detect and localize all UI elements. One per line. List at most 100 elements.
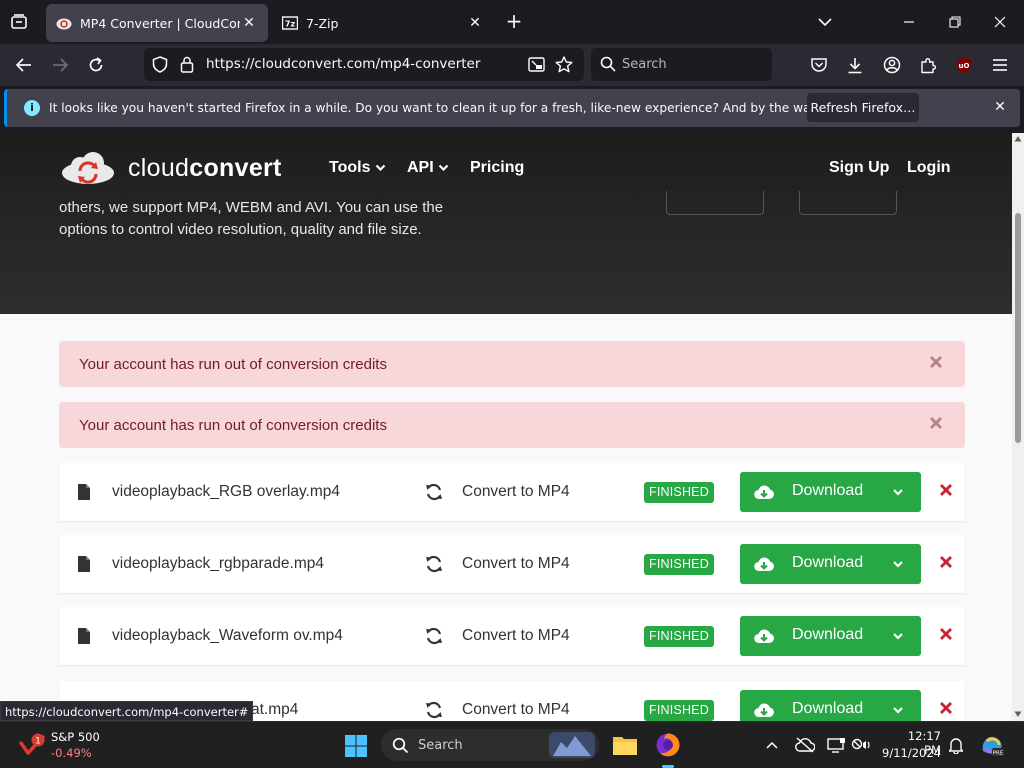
stock-widget-icon[interactable]: 1 — [18, 731, 46, 759]
ublock-origin-icon[interactable]: uO — [952, 53, 976, 77]
taskbar-search-input[interactable]: Search — [381, 729, 599, 761]
download-button[interactable]: Download — [740, 690, 921, 721]
credits-alert: Your account has run out of conversion c… — [59, 341, 965, 387]
hero-option-button[interactable] — [666, 191, 764, 215]
tab-mp4-converter[interactable]: MP4 Converter | CloudConvert ✕ — [46, 4, 268, 42]
file-name: videoplayback_Waveform ov.mp4 — [112, 627, 343, 644]
display-icon[interactable] — [826, 735, 846, 755]
nav-api[interactable]: API — [407, 159, 449, 177]
minimize-window-button[interactable] — [897, 10, 921, 34]
file-row: videoplayback_Waveform ov.mp4 Convert to… — [59, 607, 965, 665]
cloud-download-icon — [754, 703, 774, 718]
chevron-down-icon[interactable] — [892, 630, 904, 642]
chevron-down-icon[interactable] — [892, 486, 904, 498]
notification-bell-icon[interactable] — [946, 735, 966, 755]
download-button[interactable]: Download — [740, 544, 921, 584]
bookmark-star-icon[interactable] — [555, 56, 573, 73]
firefox-taskbar-icon[interactable] — [653, 730, 683, 760]
hero-option-button[interactable] — [799, 191, 897, 215]
logo-text: cloudconvert — [128, 154, 282, 183]
cloudconvert-favicon-icon — [56, 15, 72, 31]
restore-window-button[interactable] — [943, 10, 967, 34]
nav-sign-up[interactable]: Sign Up — [829, 159, 889, 177]
windows-start-icon[interactable] — [344, 734, 368, 758]
convert-target[interactable]: Convert to MP4 — [462, 555, 570, 573]
status-badge: FINISHED — [644, 700, 714, 721]
account-icon[interactable] — [880, 53, 904, 77]
chevron-down-icon[interactable] — [892, 558, 904, 570]
nav-pricing[interactable]: Pricing — [470, 159, 524, 177]
picture-in-picture-icon[interactable] — [528, 57, 545, 73]
lock-icon[interactable] — [180, 56, 194, 73]
chevron-down-icon[interactable] — [892, 704, 904, 716]
scroll-up-arrow-icon[interactable] — [1014, 135, 1022, 143]
tab-7-zip[interactable]: 7z 7-Zip ✕ — [272, 4, 494, 42]
close-alert-icon[interactable] — [927, 353, 945, 371]
forward-button[interactable] — [48, 53, 72, 77]
7zip-favicon-icon: 7z — [282, 15, 298, 31]
svg-text:PRE: PRE — [993, 751, 1004, 757]
back-button[interactable] — [12, 53, 36, 77]
cloud-download-icon — [754, 629, 774, 644]
page-header: cloudconvert Tools API Pricing Sign Up L… — [0, 133, 1012, 314]
remove-file-icon[interactable] — [939, 555, 953, 569]
tracking-shield-icon[interactable] — [152, 56, 168, 73]
url-text: https://cloudconvert.com/mp4-converter — [206, 56, 481, 72]
file-name: videoplayback_rgbparade.mp4 — [112, 555, 324, 572]
close-tab-icon[interactable]: ✕ — [240, 14, 258, 32]
list-all-tabs-button[interactable] — [8, 11, 30, 33]
search-input[interactable]: Search — [591, 48, 772, 81]
nav-tools[interactable]: Tools — [329, 159, 386, 177]
file-explorer-icon[interactable] — [610, 730, 640, 760]
close-alert-icon[interactable] — [927, 414, 945, 432]
page-scrollbar[interactable] — [1012, 133, 1024, 721]
remove-file-icon[interactable] — [939, 701, 953, 715]
scroll-down-arrow-icon[interactable] — [1014, 710, 1022, 718]
extensions-puzzle-icon[interactable] — [916, 53, 940, 77]
status-badge: FINISHED — [644, 482, 714, 503]
status-badge: FINISHED — [644, 626, 714, 647]
app-menu-hamburger-icon[interactable] — [988, 53, 1012, 77]
download-button[interactable]: Download — [740, 472, 921, 512]
close-notification-icon[interactable]: ✕ — [991, 99, 1009, 117]
file-icon — [78, 556, 90, 572]
clock-date[interactable]: 9/11/2024 — [880, 746, 941, 760]
pocket-icon[interactable] — [807, 53, 831, 77]
show-hidden-icons-chevron-icon[interactable] — [762, 735, 782, 755]
address-bar[interactable]: https://cloudconvert.com/mp4-converter — [144, 48, 584, 81]
logo-light-part: cloud — [128, 153, 190, 182]
network-volume-icon[interactable] — [851, 735, 871, 755]
sync-icon — [426, 627, 442, 645]
copilot-icon[interactable]: PRE — [979, 733, 1005, 757]
notification-message: It looks like you haven't started Firefo… — [49, 101, 918, 115]
remove-file-icon[interactable] — [939, 483, 953, 497]
remove-file-icon[interactable] — [939, 627, 953, 641]
reload-button[interactable] — [84, 53, 108, 77]
onedrive-offline-icon[interactable] — [795, 735, 815, 755]
convert-target[interactable]: Convert to MP4 — [462, 483, 570, 501]
new-tab-button[interactable]: + — [503, 11, 525, 33]
browser-navigation-bar: https://cloudconvert.com/mp4-converter S… — [0, 44, 1024, 86]
nav-login[interactable]: Login — [907, 159, 951, 177]
taskbar-search-placeholder: Search — [418, 738, 463, 753]
search-icon — [392, 737, 409, 754]
cloud-download-icon — [754, 485, 774, 500]
convert-target[interactable]: Convert to MP4 — [462, 701, 570, 719]
forward-arrow-icon — [53, 58, 69, 72]
file-icon — [78, 628, 90, 644]
close-tab-icon[interactable]: ✕ — [466, 14, 484, 32]
stock-name: S&P 500 — [51, 730, 100, 744]
refresh-firefox-button[interactable]: Refresh Firefox… — [807, 93, 919, 122]
cloud-download-icon — [754, 557, 774, 572]
tab-overflow-chevron-icon[interactable] — [813, 10, 837, 34]
downloads-icon[interactable] — [843, 53, 867, 77]
scroll-thumb[interactable] — [1015, 213, 1021, 443]
hero-line: others, we support MP4, WEBM and AVI. Yo… — [59, 199, 444, 216]
windows-taskbar: 1 S&P 500 -0.49% Search 12:17 PM 9/11/20… — [0, 721, 1024, 768]
download-button[interactable]: Download — [740, 616, 921, 656]
status-badge: FINISHED — [644, 554, 714, 575]
cloudconvert-logo[interactable]: cloudconvert — [60, 151, 282, 185]
download-label: Download — [792, 626, 864, 643]
convert-target[interactable]: Convert to MP4 — [462, 627, 570, 645]
close-window-button[interactable] — [988, 10, 1012, 34]
